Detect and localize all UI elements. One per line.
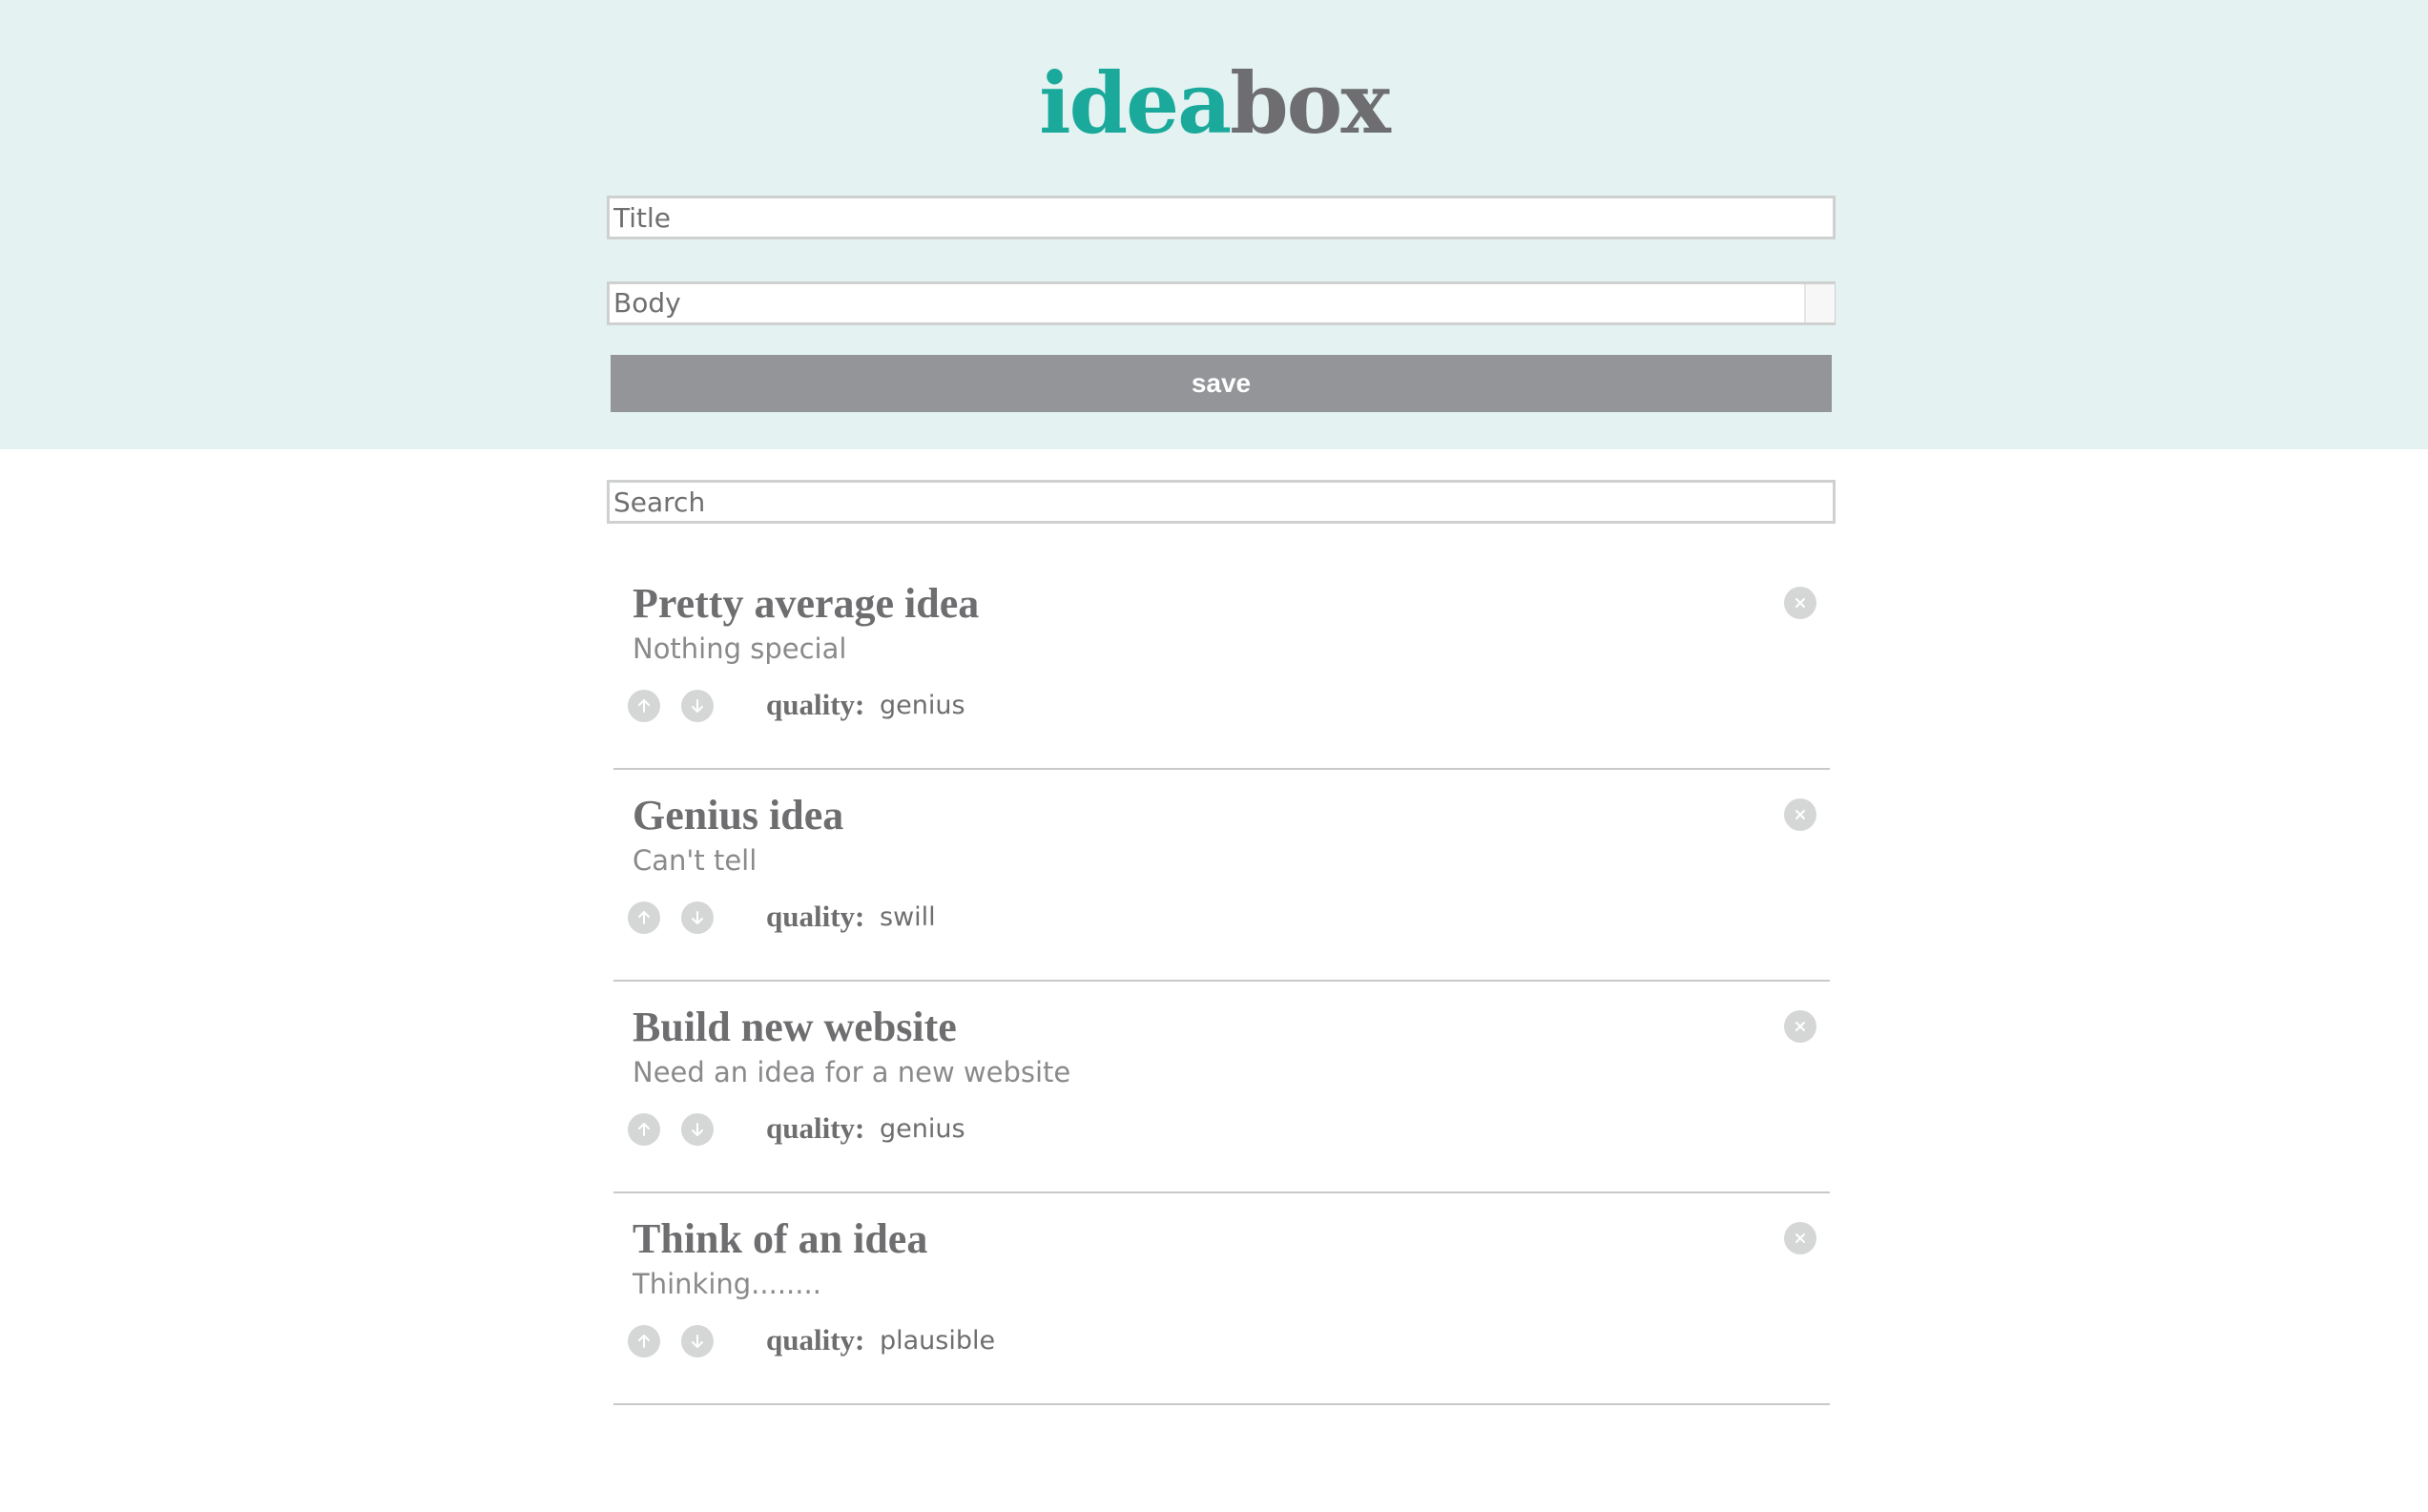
arrow-down-icon xyxy=(692,1123,703,1136)
idea-card: Build new website Need an idea for a new… xyxy=(613,980,1830,1193)
idea-card: Think of an idea Thinking........ qualit… xyxy=(613,1191,1830,1405)
logo-idea: idea xyxy=(1039,53,1232,153)
save-button[interactable]: save xyxy=(611,355,1832,412)
idea-title[interactable]: Build new website xyxy=(633,1003,957,1051)
upvote-button[interactable] xyxy=(628,1113,660,1146)
quality-value: swill xyxy=(880,902,936,932)
body-input-scrollbar[interactable] xyxy=(1804,284,1835,322)
idea-title[interactable]: Pretty average idea xyxy=(633,579,979,628)
idea-body[interactable]: Can't tell xyxy=(633,844,757,877)
delete-button[interactable] xyxy=(1784,1222,1816,1254)
quality-label: quality: xyxy=(766,688,865,721)
arrow-up-icon xyxy=(638,1123,650,1136)
idea-title[interactable]: Genius idea xyxy=(633,791,843,839)
upvote-button[interactable] xyxy=(628,901,660,934)
quality-label: quality: xyxy=(766,900,865,933)
arrow-up-icon xyxy=(638,911,650,924)
idea-body[interactable]: Thinking........ xyxy=(633,1268,821,1300)
delete-button[interactable] xyxy=(1784,1010,1816,1043)
downvote-button[interactable] xyxy=(681,901,714,934)
close-icon xyxy=(1795,810,1805,819)
quality-value: genius xyxy=(880,691,965,720)
header: ideabox save xyxy=(0,0,2428,449)
close-icon xyxy=(1795,598,1805,608)
downvote-button[interactable] xyxy=(681,690,714,722)
search-input[interactable] xyxy=(607,480,1836,524)
delete-button[interactable] xyxy=(1784,587,1816,619)
upvote-button[interactable] xyxy=(628,690,660,722)
downvote-button[interactable] xyxy=(681,1113,714,1146)
close-icon xyxy=(1795,1022,1805,1031)
idea-body[interactable]: Nothing special xyxy=(633,632,846,665)
arrow-down-icon xyxy=(692,911,703,924)
arrow-up-icon xyxy=(638,699,650,713)
delete-button[interactable] xyxy=(1784,798,1816,831)
upvote-button[interactable] xyxy=(628,1325,660,1357)
body-input[interactable] xyxy=(607,281,1836,325)
idea-title[interactable]: Think of an idea xyxy=(633,1214,927,1263)
logo-box: box xyxy=(1230,53,1391,153)
title-input[interactable] xyxy=(607,196,1836,239)
idea-card: Pretty average idea Nothing special qual… xyxy=(613,556,1830,770)
quality-label: quality: xyxy=(766,1111,865,1145)
quality-label: quality: xyxy=(766,1323,865,1357)
close-icon xyxy=(1795,1233,1805,1243)
logo: ideabox xyxy=(0,46,2428,160)
idea-body[interactable]: Need an idea for a new website xyxy=(633,1056,1070,1088)
idea-card: Genius idea Can't tell quality: swill xyxy=(613,768,1830,982)
quality-value: plausible xyxy=(880,1326,996,1356)
arrow-down-icon xyxy=(692,699,703,713)
arrow-down-icon xyxy=(692,1335,703,1348)
downvote-button[interactable] xyxy=(681,1325,714,1357)
quality-value: genius xyxy=(880,1114,965,1144)
arrow-up-icon xyxy=(638,1335,650,1348)
